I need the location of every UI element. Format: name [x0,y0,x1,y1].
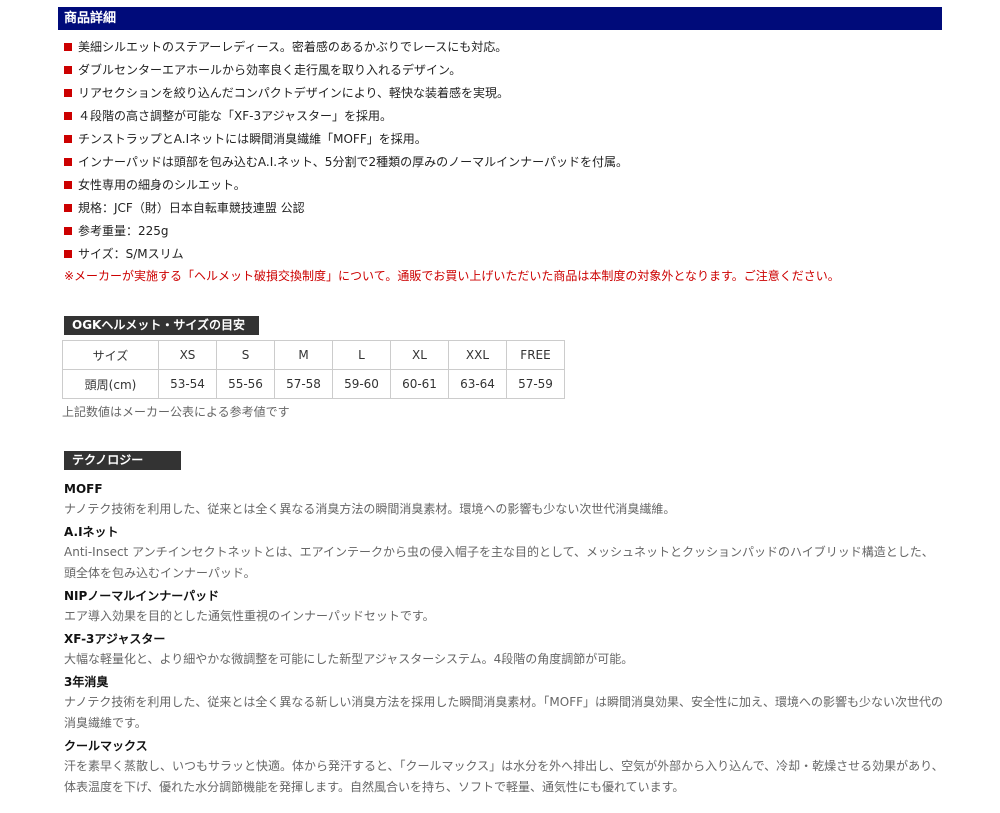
technology-item: クールマックス 汗を素早く蒸散し、いつもサラッと快適。体から発汗すると、「クール… [64,736,944,798]
product-details-header: 商品詳細 [58,7,942,30]
feature-item: 規格：JCF（財）日本自転車競技連盟 公認 [64,196,628,219]
square-bullet-icon [64,157,72,166]
technology-item: XF-3アジャスター 大幅な軽量化と、より細やかな微調整を可能にした新型アジャス… [64,629,944,670]
feature-item: ４段階の高さ調整が可能な「XF-3アジャスター」を採用。 [64,104,628,127]
technology-item: NIPノーマルインナーパッド エア導入効果を目的とした通気性重視のインナーパッド… [64,586,944,627]
square-bullet-icon [64,180,72,189]
exchange-policy-notice: ※メーカーが実施する「ヘルメット破損交換制度」について。通販でお買い上げいただい… [64,269,840,283]
technology-name: A.Iネット [64,525,119,539]
feature-item: サイズ：S/Mスリム [64,242,628,265]
size-table-cell: M [274,340,333,370]
feature-item: チンストラップとA.Iネットには瞬間消臭繊維「MOFF」を採用。 [64,127,628,150]
feature-item: 参考重量：225g [64,219,628,242]
square-bullet-icon [64,111,72,120]
size-table-cell: 55-56 [216,369,275,399]
size-table-cell: 頭周(cm) [62,369,159,399]
size-table-cell: XS [158,340,217,370]
technology-name: クールマックス [64,739,148,753]
technology-name: 3年消臭 [64,675,109,689]
size-table-cell: XXL [448,340,507,370]
feature-text: ダブルセンターエアホールから効率良く走行風を取り入れるデザイン。 [78,62,462,77]
technology-description: ナノテク技術を利用した、従来とは全く異なる消臭方法の瞬間消臭素材。環境への影響も… [64,502,676,516]
size-table-cell: L [332,340,391,370]
size-table-cell: FREE [506,340,565,370]
square-bullet-icon [64,249,72,258]
feature-text: 美細シルエットのステアーレディース。密着感のあるかぶりでレースにも対応。 [78,39,508,54]
feature-text: サイズ：S/Mスリム [78,246,184,261]
technology-name: XF-3アジャスター [64,632,166,646]
feature-text: リアセクションを絞り込んだコンパクトデザインにより、軽快な装着感を実現。 [78,85,510,100]
feature-item: ダブルセンターエアホールから効率良く走行風を取り入れるデザイン。 [64,58,628,81]
size-table-cell: 59-60 [332,369,391,399]
technology-description: 汗を素早く蒸散し、いつもサラッと快適。体から発汗すると、「クールマックス」は水分… [64,759,944,794]
technology-item: MOFF ナノテク技術を利用した、従来とは全く異なる消臭方法の瞬間消臭素材。環境… [64,479,944,520]
feature-text: 規格：JCF（財）日本自転車競技連盟 公認 [78,200,305,215]
size-table-cell: 57-59 [506,369,565,399]
size-table-cell: 63-64 [448,369,507,399]
size-table-cell: S [216,340,275,370]
size-table-cell: 57-58 [274,369,333,399]
size-table-cell: 53-54 [158,369,217,399]
feature-item: 女性専用の細身のシルエット。 [64,173,628,196]
square-bullet-icon [64,226,72,235]
technology-list: MOFF ナノテク技術を利用した、従来とは全く異なる消臭方法の瞬間消臭素材。環境… [64,478,944,800]
feature-text: 参考重量：225g [78,223,169,238]
square-bullet-icon [64,88,72,97]
size-table: サイズ XS S M L XL XXL FREE 頭周(cm) 53-54 55… [62,340,565,399]
size-table-header-row: サイズ XS S M L XL XXL FREE [62,340,565,370]
square-bullet-icon [64,203,72,212]
technology-description: ナノテク技術を利用した、従来とは全く異なる新しい消臭方法を採用した瞬間消臭素材。… [64,695,944,730]
feature-item: インナーパッドは頭部を包み込むA.I.ネット、5分割で2種類の厚みのノーマルイン… [64,150,628,173]
size-table-cell: 60-61 [390,369,449,399]
square-bullet-icon [64,65,72,74]
size-table-cell: XL [390,340,449,370]
technology-label: テクノロジー [64,451,181,470]
size-guide-label: OGKヘルメット・サイズの目安 [64,316,259,335]
feature-text: インナーパッドは頭部を包み込むA.I.ネット、5分割で2種類の厚みのノーマルイン… [78,154,628,169]
technology-description: Anti-Insect アンチインセクトネットとは、エアインテークから虫の侵入帽… [64,545,934,580]
technology-item: A.Iネット Anti-Insect アンチインセクトネットとは、エアインテーク… [64,522,944,584]
product-details-title: 商品詳細 [64,11,117,26]
size-table-data-row: 頭周(cm) 53-54 55-56 57-58 59-60 60-61 63-… [62,369,565,399]
feature-text: 女性専用の細身のシルエット。 [78,177,246,192]
technology-description: 大幅な軽量化と、より細やかな微調整を可能にした新型アジャスターシステム。4段階の… [64,652,634,666]
feature-text: ４段階の高さ調整が可能な「XF-3アジャスター」を採用。 [78,108,393,123]
feature-item: リアセクションを絞り込んだコンパクトデザインにより、軽快な装着感を実現。 [64,81,628,104]
square-bullet-icon [64,42,72,51]
size-table-note: 上記数値はメーカー公表による参考値です [62,405,290,419]
feature-item: 美細シルエットのステアーレディース。密着感のあるかぶりでレースにも対応。 [64,35,628,58]
technology-name: MOFF [64,482,103,496]
size-table-cell: サイズ [62,340,159,370]
technology-item: 3年消臭 ナノテク技術を利用した、従来とは全く異なる新しい消臭方法を採用した瞬間… [64,672,944,734]
technology-description: エア導入効果を目的とした通気性重視のインナーパッドセットです。 [64,609,435,623]
square-bullet-icon [64,134,72,143]
feature-list: 美細シルエットのステアーレディース。密着感のあるかぶりでレースにも対応。 ダブル… [64,35,628,265]
technology-name: NIPノーマルインナーパッド [64,589,220,603]
feature-text: チンストラップとA.Iネットには瞬間消臭繊維「MOFF」を採用。 [78,131,427,146]
